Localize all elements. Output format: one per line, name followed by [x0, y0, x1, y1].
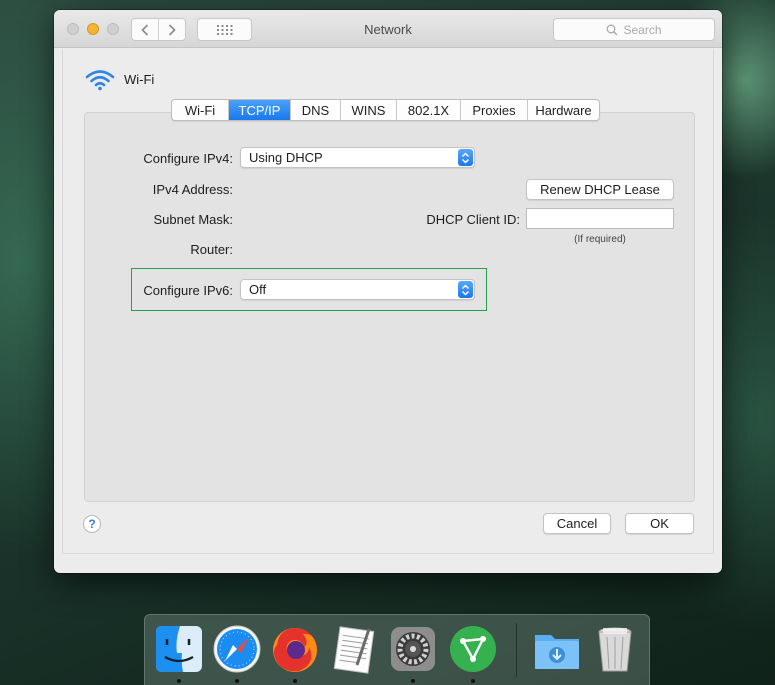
running-indicator — [293, 679, 297, 683]
firefox-icon — [273, 628, 317, 672]
running-indicator — [177, 679, 181, 683]
trash-icon — [598, 627, 632, 672]
downloads-folder-icon — [535, 635, 579, 669]
tab-hardware[interactable]: Hardware — [527, 100, 599, 120]
tab-wins[interactable]: WINS — [340, 100, 396, 120]
dhcp-client-id-label: DHCP Client ID: — [426, 212, 520, 227]
dock-item-system-preferences[interactable] — [387, 623, 439, 675]
tab-proxies[interactable]: Proxies — [460, 100, 527, 120]
configure-ipv4-label: Configure IPv4: — [143, 151, 233, 166]
search-icon — [607, 24, 618, 35]
configure-ipv4-popup[interactable]: Using DHCP — [240, 147, 475, 168]
search-placeholder: Search — [623, 22, 662, 37]
finder-icon — [156, 626, 202, 672]
if-required-note: (If required) — [574, 234, 626, 245]
dock — [144, 614, 650, 685]
dock-item-finder[interactable] — [153, 623, 205, 675]
textedit-icon — [333, 626, 375, 674]
popup-arrows-icon — [458, 281, 473, 298]
tab-wifi[interactable]: Wi-Fi — [172, 100, 228, 120]
configure-ipv6-label: Configure IPv6: — [143, 283, 233, 298]
safari-icon — [213, 625, 261, 673]
tab-tcp-ip[interactable]: TCP/IP — [228, 100, 290, 120]
dock-item-downloads[interactable] — [531, 623, 583, 675]
tab-802-1x[interactable]: 802.1X — [396, 100, 460, 120]
subnet-mask-label: Subnet Mask: — [153, 212, 234, 227]
settings-panel: Configure IPv4: Using DHCP IPv4 Address:… — [84, 112, 695, 502]
dock-item-vector-app[interactable] — [447, 623, 499, 675]
configure-ipv6-popup[interactable]: Off — [240, 279, 475, 300]
configure-ipv6-value: Off — [249, 282, 267, 297]
configure-ipv4-value: Using DHCP — [249, 150, 323, 165]
search-field[interactable]: Search — [553, 18, 715, 41]
router-label: Router: — [190, 242, 233, 257]
ok-button[interactable]: OK — [625, 513, 694, 534]
popup-arrows-icon — [458, 149, 473, 166]
dock-separator — [516, 623, 517, 677]
tab-dns[interactable]: DNS — [290, 100, 340, 120]
dhcp-client-id-field[interactable] — [526, 208, 674, 229]
network-preferences-window: Network Search Wi-Fi Configure IPv4: Usi… — [54, 10, 722, 573]
ipv4-address-label: IPv4 Address: — [152, 182, 233, 197]
title-bar[interactable]: Network Search — [54, 10, 722, 48]
running-indicator — [411, 679, 415, 683]
tab-bar: Wi-Fi TCP/IP DNS WINS 802.1X Proxies Har… — [171, 99, 600, 121]
preferences-content: Wi-Fi Configure IPv4: Using DHCP IPv4 Ad… — [62, 49, 714, 554]
dock-item-safari[interactable] — [211, 623, 263, 675]
running-indicator — [471, 679, 475, 683]
dock-item-textedit[interactable] — [329, 623, 381, 675]
interface-name: Wi-Fi — [124, 72, 155, 87]
help-button[interactable]: ? — [83, 515, 101, 533]
dock-item-trash[interactable] — [589, 623, 641, 675]
dock-item-firefox[interactable] — [269, 623, 321, 675]
system-preferences-icon — [391, 627, 435, 671]
renew-dhcp-lease-button[interactable]: Renew DHCP Lease — [526, 179, 674, 200]
cancel-button[interactable]: Cancel — [543, 513, 611, 534]
running-indicator — [235, 679, 239, 683]
wifi-icon — [85, 70, 115, 91]
vectorizer-app-icon — [450, 626, 496, 672]
